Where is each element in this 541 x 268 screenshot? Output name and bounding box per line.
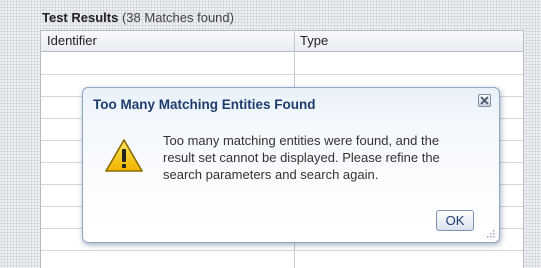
column-header-type[interactable]: Type [300,33,328,48]
dialog-title: Too Many Matching Entities Found [93,97,316,112]
table-row [41,74,523,75]
close-icon [480,96,489,105]
column-header-identifier[interactable]: Identifier [47,33,97,48]
close-button[interactable] [478,94,491,107]
table-header: Identifier Type [41,30,523,52]
resize-grip-icon[interactable] [486,229,495,238]
message-line: result set cannot be displayed. Please r… [163,150,440,165]
warning-dialog: Too Many Matching Entities Found Too man… [82,87,500,243]
dialog-message: Too many matching entities were found, a… [163,132,483,183]
panel-title-text: Test Results [42,10,119,25]
results-panel-title: Test Results (38 Matches found) [42,10,234,25]
match-count: (38 Matches found) [121,10,234,25]
warning-icon [104,138,144,179]
message-line: search parameters and search again. [163,167,379,182]
ok-button[interactable]: OK [436,210,474,231]
table-row [41,250,523,251]
message-line: Too many matching entities were found, a… [163,133,440,148]
